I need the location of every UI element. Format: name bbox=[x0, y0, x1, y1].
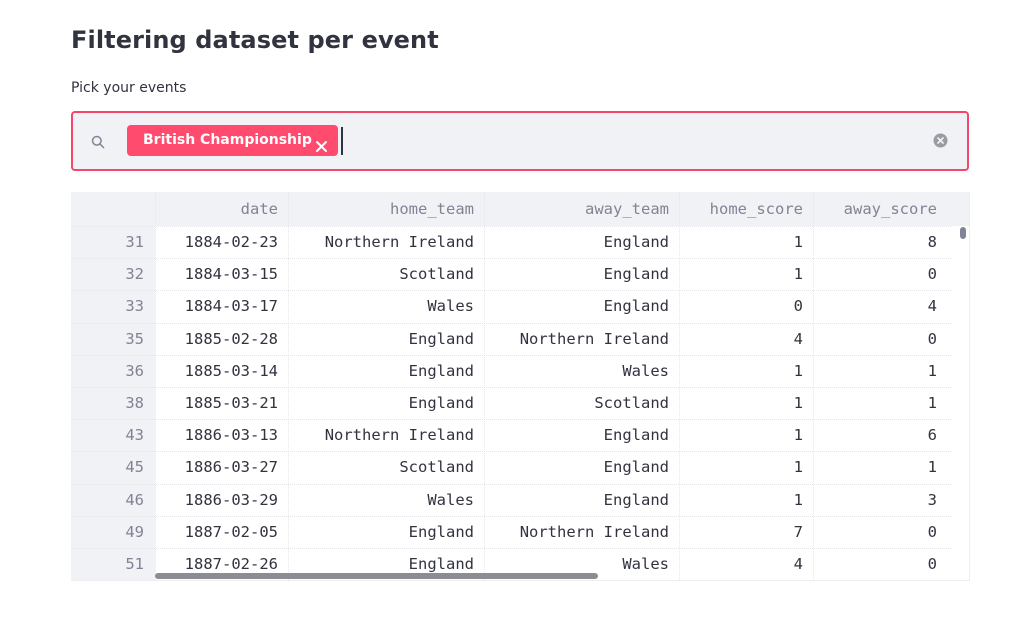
table-cell-date[interactable]: 1885-03-21 bbox=[158, 387, 278, 419]
table-cell-home-team[interactable]: England bbox=[284, 387, 474, 419]
table-cell-home-score[interactable]: 1 bbox=[673, 258, 803, 290]
table-cell-away-team[interactable]: Wales bbox=[479, 355, 669, 387]
table-cell-away-score[interactable]: 8 bbox=[807, 226, 937, 258]
table-cell-date[interactable]: 1884-03-17 bbox=[158, 290, 278, 322]
table-cell-home-score[interactable]: 4 bbox=[673, 323, 803, 355]
column-header-home-score[interactable]: home_score bbox=[673, 192, 803, 226]
table-cell-date[interactable]: 1886-03-27 bbox=[158, 451, 278, 483]
table-cell-home-team[interactable]: England bbox=[284, 323, 474, 355]
table-cell-away-score[interactable]: 0 bbox=[807, 258, 937, 290]
row-index: 49 bbox=[125, 522, 144, 541]
table-cell-home-score[interactable]: 0 bbox=[673, 290, 803, 322]
table-cell-date[interactable]: 1884-02-23 bbox=[158, 226, 278, 258]
events-multiselect[interactable]: British Championship bbox=[71, 111, 969, 171]
table-cell-home-score[interactable]: 7 bbox=[673, 516, 803, 548]
table-cell-away-team[interactable]: England bbox=[479, 451, 669, 483]
table-cell-away-score[interactable]: 6 bbox=[807, 419, 937, 451]
table-cell-home-team[interactable]: Wales bbox=[284, 484, 474, 516]
table-cell-away-score[interactable]: 1 bbox=[807, 451, 937, 483]
table-cell-away-score[interactable]: 0 bbox=[807, 548, 937, 580]
table-cell-away-team[interactable]: Northern Ireland bbox=[479, 516, 669, 548]
table-cell-date[interactable]: 1887-02-05 bbox=[158, 516, 278, 548]
table-cell-home-score[interactable]: 1 bbox=[673, 484, 803, 516]
table-cell-away-team[interactable]: Northern Ireland bbox=[479, 323, 669, 355]
table-cell-home-score[interactable]: 1 bbox=[673, 226, 803, 258]
vertical-scrollbar[interactable] bbox=[960, 227, 966, 239]
table-cell-away-score[interactable]: 0 bbox=[807, 516, 937, 548]
table-cell-away-team[interactable]: Scotland bbox=[479, 387, 669, 419]
text-caret[interactable] bbox=[341, 127, 343, 155]
table-cell-home-team[interactable]: England bbox=[284, 516, 474, 548]
table-cell-away-team[interactable]: England bbox=[479, 258, 669, 290]
row-index: 35 bbox=[125, 329, 144, 348]
row-index: 32 bbox=[125, 265, 144, 284]
table-cell-home-score[interactable]: 4 bbox=[673, 548, 803, 580]
table-cell-home-team[interactable]: Northern Ireland bbox=[284, 226, 474, 258]
table-cell-date[interactable]: 1885-02-28 bbox=[158, 323, 278, 355]
table-cell-away-team[interactable]: England bbox=[479, 226, 669, 258]
close-icon[interactable] bbox=[315, 134, 328, 152]
column-header-home-team[interactable]: home_team bbox=[284, 192, 474, 226]
table-cell-home-team[interactable]: Northern Ireland bbox=[284, 419, 474, 451]
table-cell-home-team[interactable]: Scotland bbox=[284, 258, 474, 290]
table-cell-away-score[interactable]: 4 bbox=[807, 290, 937, 322]
table-cell-home-team[interactable]: Wales bbox=[284, 290, 474, 322]
row-index: 33 bbox=[125, 297, 144, 316]
grid-line bbox=[71, 580, 951, 581]
selected-event-tag[interactable]: British Championship bbox=[127, 125, 338, 156]
row-index: 36 bbox=[125, 361, 144, 380]
clear-all-icon[interactable] bbox=[933, 133, 948, 148]
page-title: Filtering dataset per event bbox=[71, 26, 439, 54]
table-cell-away-score[interactable]: 0 bbox=[807, 323, 937, 355]
events-label: Pick your events bbox=[71, 80, 187, 96]
row-index: 45 bbox=[125, 458, 144, 477]
table-cell-away-team[interactable]: England bbox=[479, 484, 669, 516]
column-header-away-score[interactable]: away_score bbox=[807, 192, 937, 226]
table-cell-home-team[interactable]: England bbox=[284, 355, 474, 387]
table-cell-date[interactable]: 1884-03-15 bbox=[158, 258, 278, 290]
row-index: 46 bbox=[125, 490, 144, 509]
table-cell-away-team[interactable]: England bbox=[479, 290, 669, 322]
table-cell-home-score[interactable]: 1 bbox=[673, 387, 803, 419]
row-index: 51 bbox=[125, 555, 144, 573]
horizontal-scrollbar[interactable] bbox=[155, 573, 598, 579]
data-table[interactable]: date home_team away_team home_score away_sco… bbox=[71, 192, 970, 581]
table-cell-home-score[interactable]: 1 bbox=[673, 355, 803, 387]
row-index: 31 bbox=[125, 233, 144, 251]
table-cell-date[interactable]: 1886-03-29 bbox=[158, 484, 278, 516]
row-index: 38 bbox=[125, 394, 144, 412]
table-cell-away-team[interactable]: England bbox=[479, 419, 669, 451]
table-cell-date[interactable]: 1885-03-14 bbox=[158, 355, 278, 387]
selected-event-tag-label: British Championship bbox=[143, 132, 312, 148]
table-cell-home-team[interactable]: Scotland bbox=[284, 451, 474, 483]
table-cell-home-score[interactable]: 1 bbox=[673, 419, 803, 451]
table-cell-away-score[interactable]: 1 bbox=[807, 355, 937, 387]
grid-line bbox=[155, 192, 156, 580]
column-header-date[interactable]: date bbox=[158, 192, 278, 226]
column-header-away-team[interactable]: away_team bbox=[479, 192, 669, 226]
table-cell-away-score[interactable]: 3 bbox=[807, 484, 937, 516]
search-icon bbox=[91, 134, 105, 149]
row-index: 43 bbox=[125, 426, 144, 445]
table-cell-date[interactable]: 1886-03-13 bbox=[158, 419, 278, 451]
table-cell-away-score[interactable]: 1 bbox=[807, 387, 937, 419]
table-cell-home-score[interactable]: 1 bbox=[673, 451, 803, 483]
